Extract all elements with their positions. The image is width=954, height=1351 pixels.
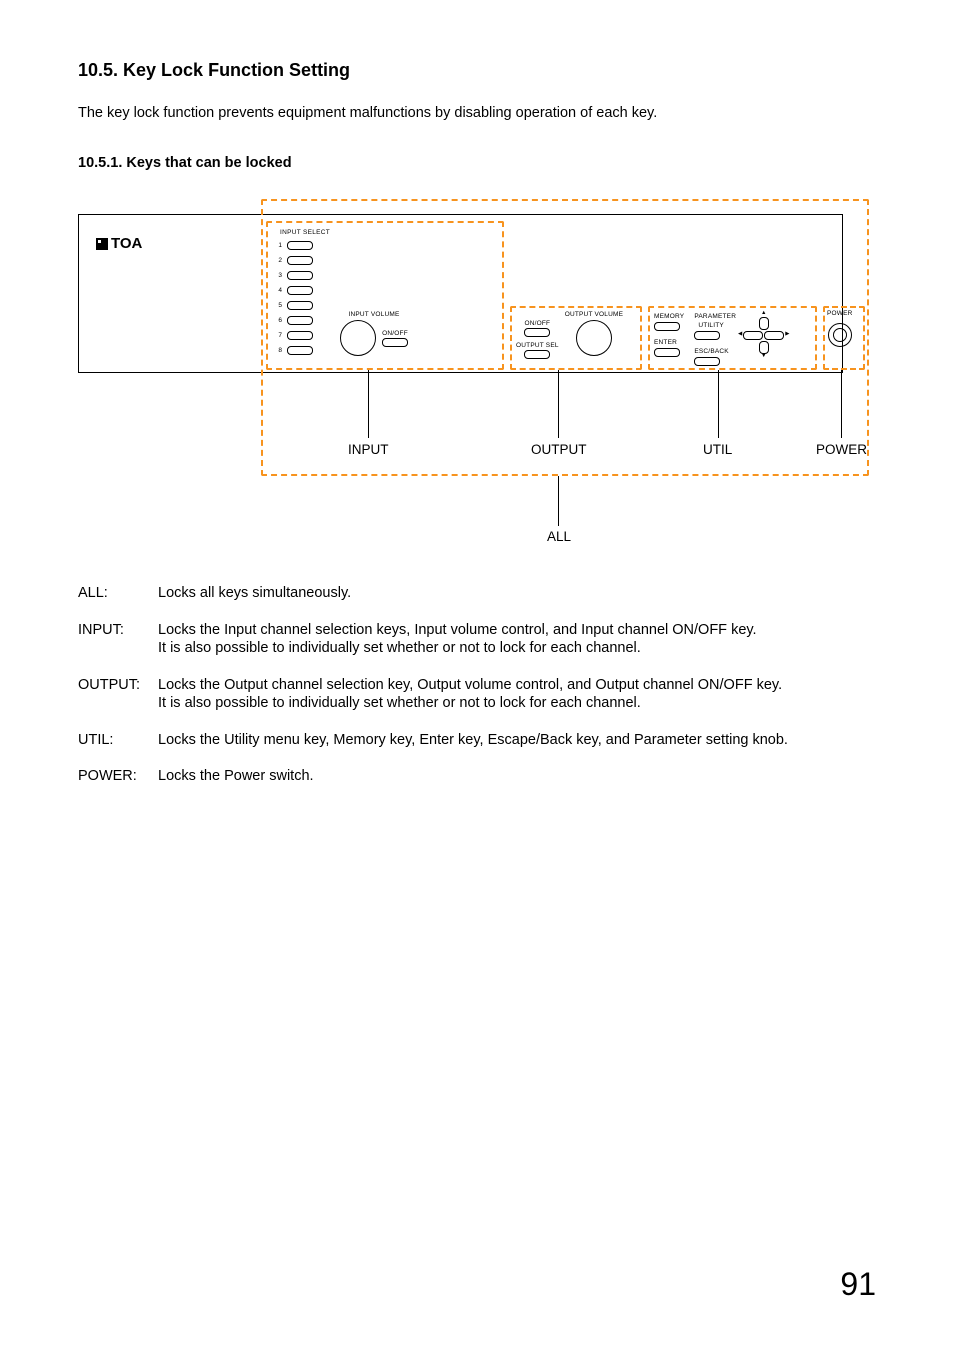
group-label-power: POWER (816, 442, 867, 457)
arrow-cluster: ▲ ◀ ▶ ▼ (738, 311, 789, 359)
input-select-button (287, 271, 313, 280)
power-block: POWER (827, 310, 853, 347)
arrow-left-icon: ◀ (738, 332, 742, 338)
output-onoff-label: ON/OFF (524, 320, 550, 327)
parameter-label: PARAMETER (694, 313, 736, 320)
input-select-button (287, 331, 313, 340)
input-select-row: 2 (276, 253, 330, 268)
input-channel-number: 2 (276, 257, 282, 264)
input-channel-number: 4 (276, 287, 282, 294)
arrow-down-button (759, 341, 769, 354)
group-label-output: OUTPUT (531, 442, 587, 457)
input-select-row: 4 (276, 283, 330, 298)
lead-line (558, 476, 559, 526)
input-channel-number: 3 (276, 272, 282, 279)
input-select-button (287, 286, 313, 295)
input-select-title: INPUT SELECT (280, 229, 330, 236)
page-number: 91 (840, 1266, 876, 1303)
lead-line (718, 370, 719, 438)
definition-term: INPUT: (78, 621, 158, 658)
input-select-row: 5 (276, 298, 330, 313)
definition-row: ALL:Locks all keys simultaneously. (78, 584, 876, 603)
input-channel-number: 6 (276, 317, 282, 324)
definition-body: Locks the Input channel selection keys, … (158, 621, 876, 658)
input-onoff-label: ON/OFF (382, 330, 408, 337)
input-select-button (287, 301, 313, 310)
output-onoff-button (524, 328, 550, 337)
lead-line (558, 370, 559, 438)
input-select-button (287, 346, 313, 355)
arrow-right-button (764, 331, 784, 340)
group-label-all: ALL (547, 529, 571, 544)
input-channel-number: 8 (276, 347, 282, 354)
esc-back-button (694, 357, 720, 366)
output-block: ON/OFF OUTPUT SEL OUTPUT VOLUME (516, 311, 623, 359)
arrow-up-button (759, 317, 769, 330)
output-volume-knob (576, 320, 612, 356)
arrow-down-icon: ▼ (761, 354, 766, 360)
memory-button (654, 322, 680, 331)
definition-row: POWER:Locks the Power switch. (78, 767, 876, 786)
output-volume-label: OUTPUT VOLUME (565, 311, 623, 318)
input-select-block: INPUT SELECT 1 2 3 4 5 6 7 8 (276, 229, 330, 358)
brand-logo-icon (96, 238, 108, 250)
definition-term: OUTPUT: (78, 676, 158, 713)
input-volume-block: INPUT VOLUME ON/OFF (340, 311, 408, 356)
brand-logo: TOA (96, 235, 142, 252)
lead-line (841, 370, 842, 438)
definition-body: Locks the Output channel selection key, … (158, 676, 876, 713)
utility-button (694, 331, 720, 340)
definition-body: Locks the Utility menu key, Memory key, … (158, 731, 876, 750)
utility-label: UTILITY (698, 322, 728, 329)
output-sel-button (524, 350, 550, 359)
input-select-row: 1 (276, 238, 330, 253)
input-channel-number: 1 (276, 242, 282, 249)
enter-label: ENTER (654, 339, 684, 346)
lead-line (368, 370, 369, 438)
arrow-up-icon: ▲ (761, 311, 766, 317)
input-volume-label: INPUT VOLUME (348, 311, 399, 318)
definition-body: Locks all keys simultaneously. (158, 584, 876, 603)
input-select-row: 6 (276, 313, 330, 328)
enter-button (654, 348, 680, 357)
input-select-row: 8 (276, 343, 330, 358)
input-channel-number: 7 (276, 332, 282, 339)
input-select-button (287, 316, 313, 325)
input-volume-knob (340, 320, 376, 356)
memory-label: MEMORY (654, 313, 684, 320)
definition-term: UTIL: (78, 731, 158, 750)
brand-logo-text: TOA (111, 235, 142, 252)
definition-body: Locks the Power switch. (158, 767, 876, 786)
output-sel-label: OUTPUT SEL (516, 342, 559, 349)
group-label-util: UTIL (703, 442, 732, 457)
input-select-row: 7 (276, 328, 330, 343)
esc-back-label: ESC/BACK (694, 348, 728, 355)
arrow-right-icon: ▶ (785, 332, 789, 338)
definition-row: INPUT:Locks the Input channel selection … (78, 621, 876, 658)
input-select-row: 3 (276, 268, 330, 283)
arrow-left-button (743, 331, 763, 340)
panel-diagram: TOA INPUT SELECT 1 2 3 4 5 6 7 8 INPUT VOLUME O… (78, 199, 876, 544)
definition-term: POWER: (78, 767, 158, 786)
subsection-heading: 10.5.1. Keys that can be locked (78, 155, 876, 171)
definition-row: UTIL:Locks the Utility menu key, Memory … (78, 731, 876, 750)
power-label: POWER (827, 310, 853, 317)
input-channel-number: 5 (276, 302, 282, 309)
input-onoff-button (382, 338, 408, 347)
definitions-list: ALL:Locks all keys simultaneously.INPUT:… (78, 584, 876, 786)
section-heading: 10.5. Key Lock Function Setting (78, 60, 876, 81)
group-label-input: INPUT (348, 442, 389, 457)
input-select-button (287, 241, 313, 250)
input-select-button (287, 256, 313, 265)
intro-paragraph: The key lock function prevents equipment… (78, 105, 876, 121)
definition-term: ALL: (78, 584, 158, 603)
util-block: MEMORY ENTER PARAMETER UTILITY ESC/BACK (654, 313, 736, 366)
definition-row: OUTPUT:Locks the Output channel selectio… (78, 676, 876, 713)
power-switch-icon (828, 323, 852, 347)
